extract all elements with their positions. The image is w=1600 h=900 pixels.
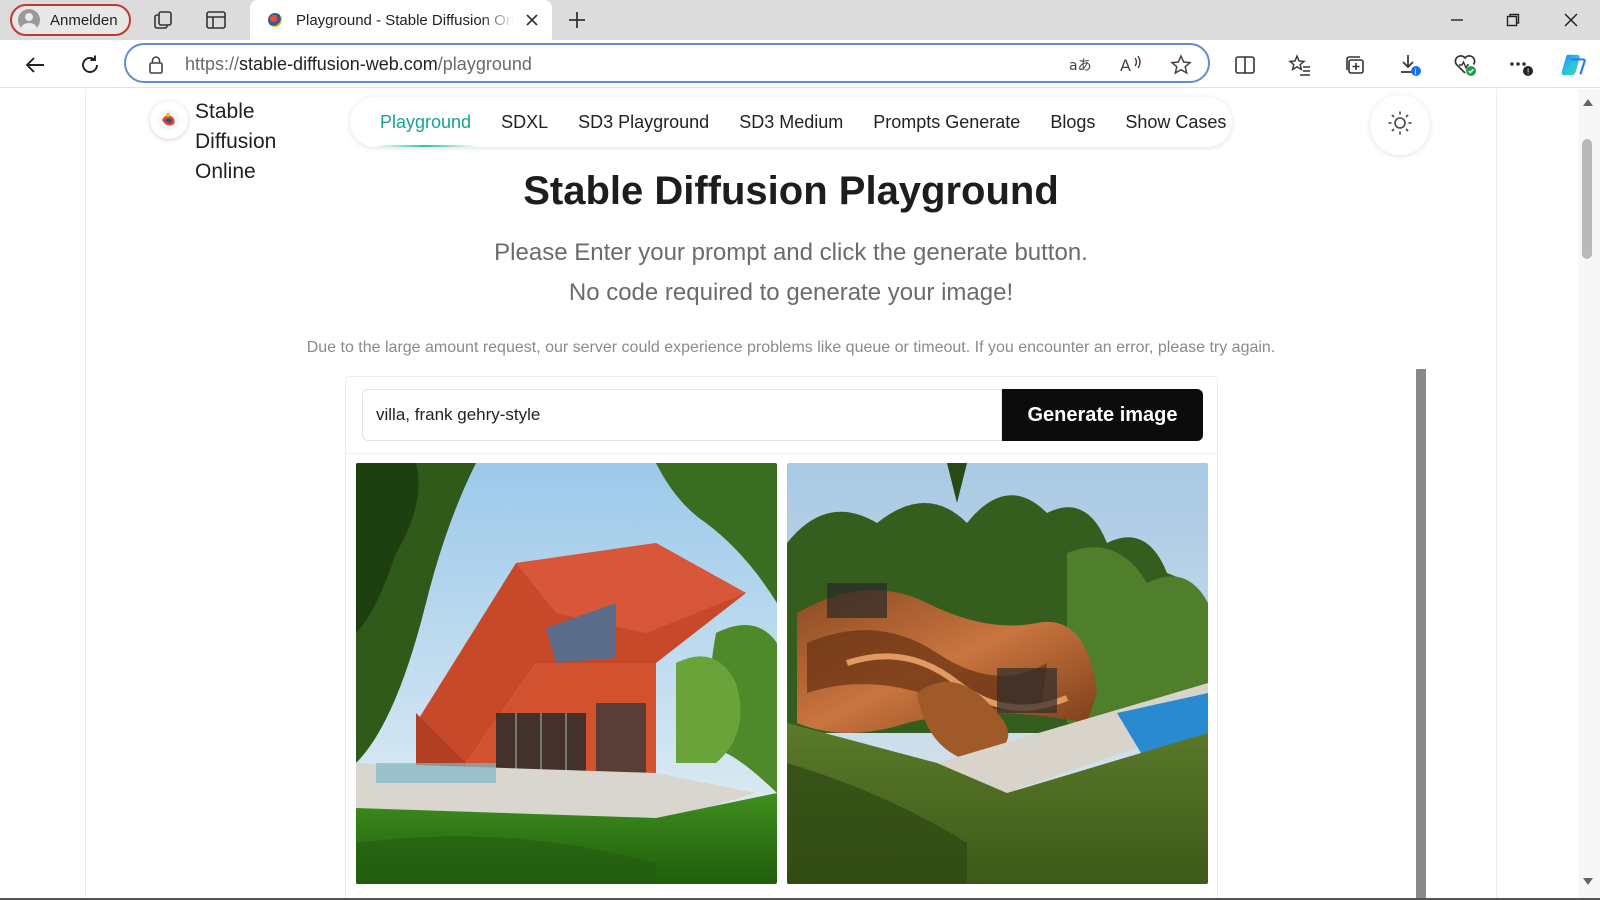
- tab-strip: Anmelden Playground - Stable Diffusion O…: [0, 0, 1600, 40]
- url-path: /playground: [437, 54, 532, 74]
- downloads-icon[interactable]: i: [1397, 52, 1423, 78]
- nav-sd3-playground[interactable]: SD3 Playground: [578, 112, 709, 133]
- svg-text:i: i: [1414, 68, 1416, 77]
- scroll-down-icon[interactable]: [1581, 875, 1595, 889]
- url-text: https://stable-diffusion-web.com/playgro…: [185, 54, 532, 75]
- translate-icon[interactable]: aあ: [1069, 53, 1093, 77]
- svg-text:aあ: aあ: [1069, 58, 1092, 74]
- restore-icon[interactable]: [1498, 6, 1528, 34]
- avatar: [18, 9, 40, 31]
- favorites-list-icon[interactable]: [1287, 52, 1313, 78]
- nav-sd3-medium[interactable]: SD3 Medium: [739, 112, 843, 133]
- lock-icon[interactable]: [144, 53, 168, 77]
- page-scrollbar-thumb[interactable]: [1582, 139, 1592, 259]
- profile-button[interactable]: Anmelden: [10, 4, 131, 36]
- nav-show-cases[interactable]: Show Cases: [1125, 112, 1226, 133]
- collections-icon[interactable]: [1342, 52, 1368, 78]
- nav-sdxl[interactable]: SDXL: [501, 112, 548, 133]
- page-viewport: Stable Diffusion Online Playground SDXL …: [0, 89, 1600, 900]
- minimize-icon[interactable]: [1442, 6, 1472, 34]
- page-subtitle-2: No code required to generate your image!: [568, 279, 1014, 306]
- scroll-up-icon[interactable]: [1581, 95, 1595, 109]
- browser-essentials-icon[interactable]: [1452, 52, 1478, 78]
- inner-scrollbar[interactable]: [1416, 369, 1426, 900]
- nav-blogs[interactable]: Blogs: [1050, 112, 1095, 133]
- close-window-icon[interactable]: [1556, 6, 1586, 34]
- active-tab[interactable]: Playground - Stable Diffusion Online: [250, 0, 552, 40]
- theme-toggle-button[interactable]: [1370, 95, 1430, 155]
- brand-line: Stable: [195, 100, 255, 123]
- copilot-icon[interactable]: [1560, 52, 1586, 78]
- page-subtitle-1: Please Enter your prompt and click the g…: [494, 239, 1088, 266]
- profile-label: Anmelden: [50, 11, 118, 29]
- refresh-icon[interactable]: [77, 52, 103, 78]
- more-icon[interactable]: !: [1508, 52, 1534, 78]
- nav-playground[interactable]: Playground: [373, 112, 478, 147]
- split-screen-icon[interactable]: [1232, 52, 1258, 78]
- main-nav: Playground SDXL SD3 Playground SD3 Mediu…: [350, 97, 1232, 147]
- brand-line: Diffusion: [195, 130, 277, 153]
- site-logo[interactable]: [150, 101, 188, 139]
- svg-text:A: A: [1120, 56, 1131, 75]
- close-tab-icon[interactable]: [522, 10, 542, 30]
- favorite-icon[interactable]: [1169, 53, 1193, 77]
- vertical-tabs-icon[interactable]: [204, 8, 228, 32]
- site-favicon-icon: [268, 13, 282, 27]
- new-tab-icon[interactable]: [565, 8, 589, 32]
- sun-icon: [1387, 110, 1413, 141]
- server-notice: Due to the large amount request, our ser…: [306, 339, 1276, 356]
- tab-title: Playground - Stable Diffusion Online: [296, 11, 514, 29]
- url-base: https://stable-diffusion-web.com: [185, 54, 438, 74]
- nav-prompts-generate[interactable]: Prompts Generate: [873, 112, 1020, 133]
- browser-toolbar: https://stable-diffusion-web.com/playgro…: [0, 40, 1600, 88]
- generated-image-2[interactable]: [787, 463, 1208, 884]
- svg-text:!: !: [1527, 68, 1530, 77]
- workspaces-icon[interactable]: [152, 8, 176, 32]
- card-divider: [346, 453, 1217, 454]
- address-bar[interactable]: https://stable-diffusion-web.com/playgro…: [124, 43, 1210, 83]
- read-aloud-icon[interactable]: A: [1119, 53, 1143, 77]
- generate-image-button[interactable]: Generate image: [1002, 389, 1203, 441]
- prompt-input[interactable]: [362, 389, 1002, 441]
- page-title: Stable Diffusion Playground: [523, 169, 1059, 213]
- back-icon[interactable]: [22, 52, 48, 78]
- generated-image-1[interactable]: [356, 463, 777, 884]
- generator-card: Generate image: [345, 376, 1218, 900]
